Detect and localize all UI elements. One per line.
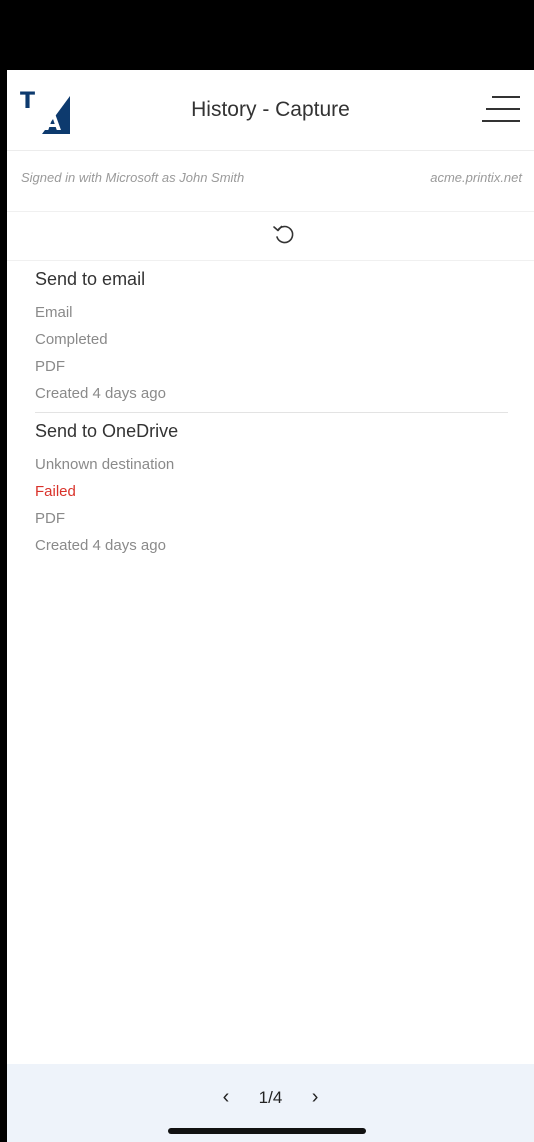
app-screen: T A History - Capture Signed in with Mic…	[7, 70, 534, 1142]
menu-icon-line	[492, 96, 520, 98]
entry-destination: Email	[35, 304, 73, 321]
page-title: History - Capture	[191, 98, 350, 121]
entry-destination: Unknown destination	[35, 456, 175, 473]
menu-button[interactable]	[482, 94, 520, 126]
tenant-domain: acme.printix.net	[430, 170, 522, 185]
next-page-button[interactable]: ›	[301, 1086, 329, 1109]
entry-created: Created 4 days ago	[35, 385, 166, 402]
pager: ‹ 1/4 ›	[7, 1086, 534, 1109]
menu-icon-line	[486, 108, 520, 110]
pagination-bar: ‹ 1/4 ›	[7, 1064, 534, 1142]
history-entry[interactable]: Send to OneDrive Unknown destination Fai…	[7, 413, 534, 555]
account-bar: Signed in with Microsoft as John Smith a…	[7, 151, 534, 212]
prev-page-button[interactable]: ‹	[212, 1086, 240, 1109]
app-header: T A History - Capture	[7, 70, 534, 151]
entry-format: PDF	[35, 358, 65, 375]
entry-title: Send to email	[35, 269, 146, 289]
entry-status: Completed	[35, 331, 108, 348]
entry-status-failed: Failed	[35, 483, 76, 500]
entry-format: PDF	[35, 510, 65, 527]
refresh-row	[7, 212, 534, 261]
signed-in-text: Signed in with Microsoft as John Smith	[21, 170, 245, 185]
refresh-icon[interactable]	[272, 222, 296, 246]
entry-created: Created 4 days ago	[35, 537, 166, 554]
home-indicator[interactable]	[168, 1128, 366, 1134]
page-indicator: 1/4	[258, 1088, 283, 1107]
history-entry[interactable]: Send to email Email Completed PDF Create…	[7, 261, 534, 403]
entry-title: Send to OneDrive	[35, 421, 179, 441]
menu-icon-line	[482, 120, 520, 122]
